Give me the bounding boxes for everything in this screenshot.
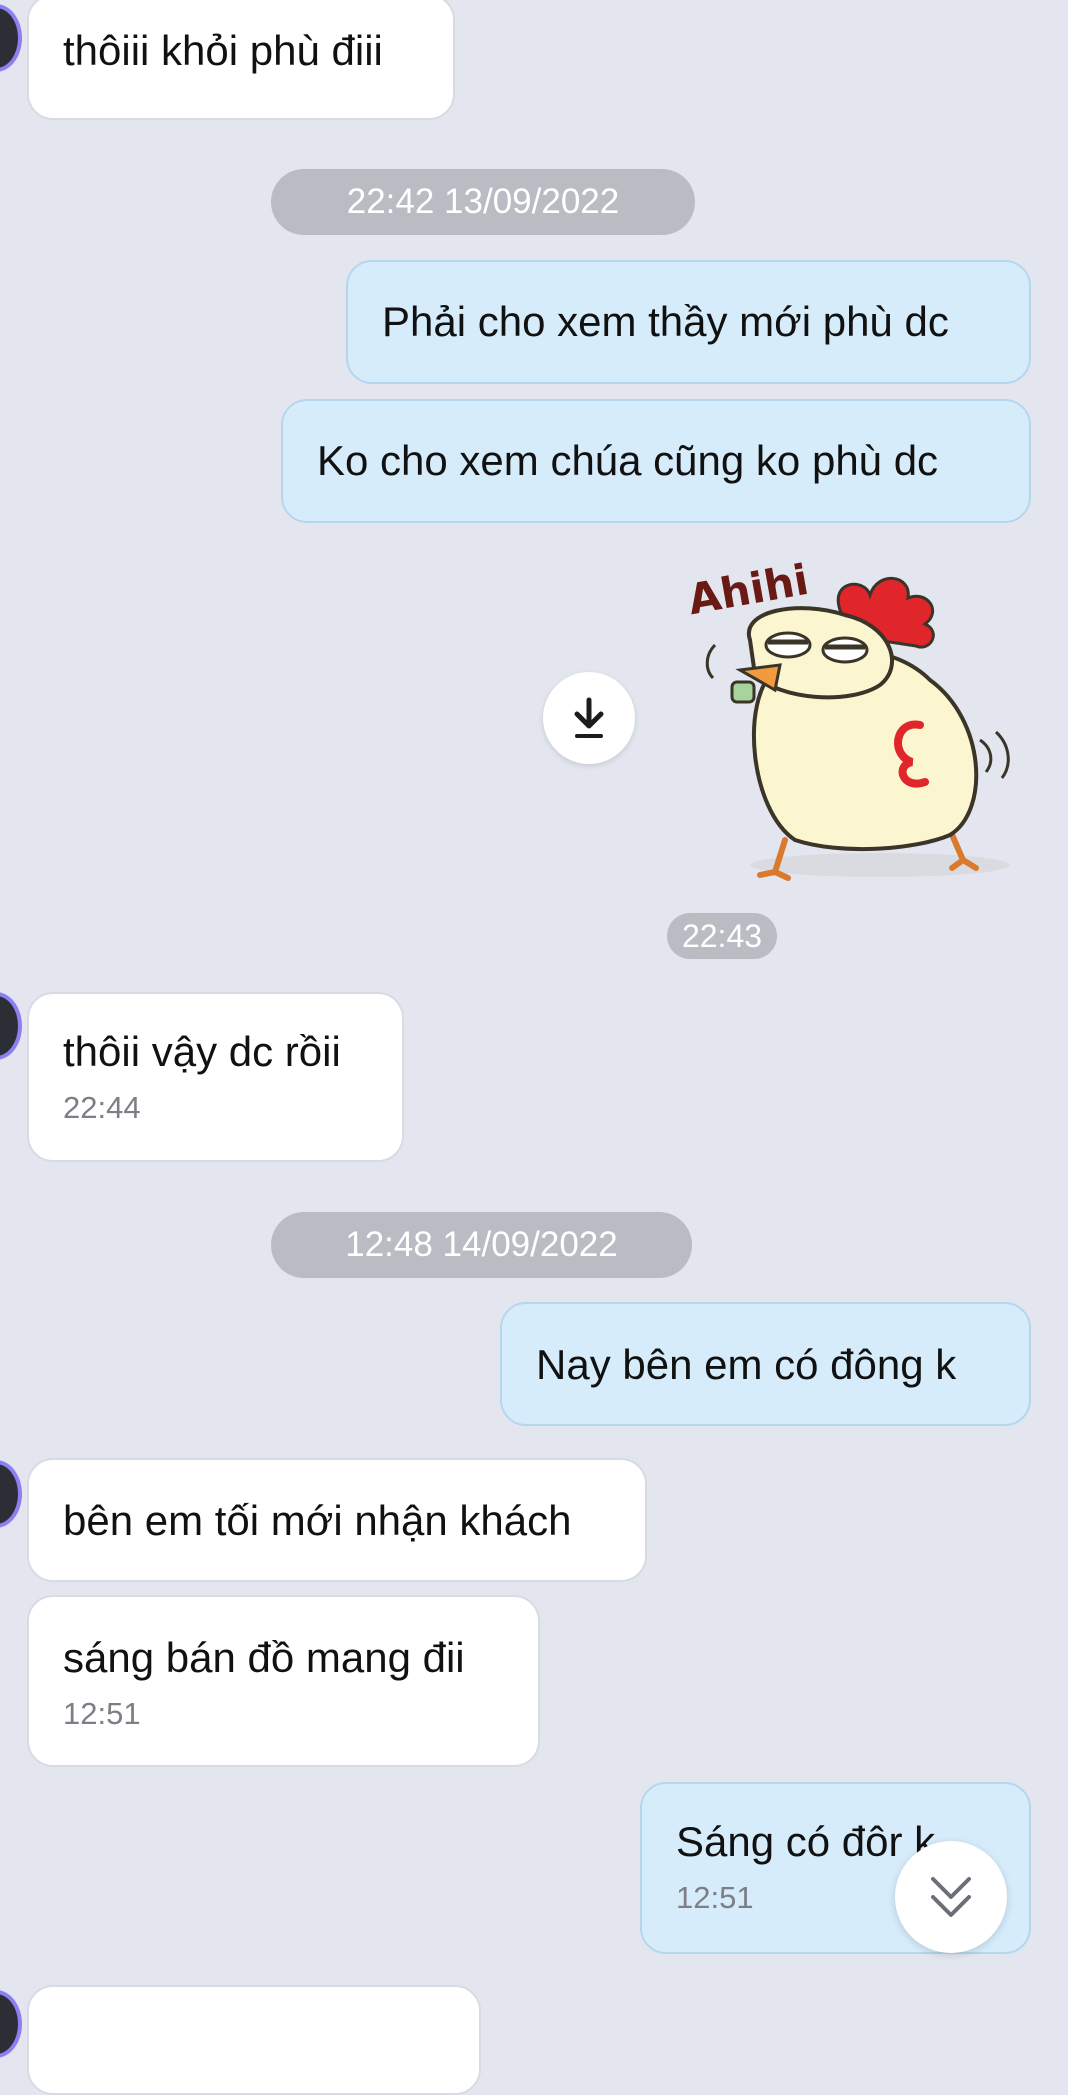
- message-text: sáng bán đồ mang đii: [63, 1634, 465, 1681]
- sender-avatar[interactable]: [0, 992, 22, 1060]
- double-chevron-down-icon: [931, 1877, 971, 1917]
- message-text: Sáng có đôr k: [676, 1818, 936, 1865]
- sender-avatar[interactable]: [0, 1460, 22, 1528]
- scroll-to-bottom-button[interactable]: [895, 1841, 1007, 1953]
- message-text: bên em tối mới nhận khách: [63, 1497, 572, 1544]
- incoming-message-bubble[interactable]: thôiii khỏi phù điii: [27, 0, 455, 120]
- incoming-message-bubble[interactable]: bên em tối mới nhận khách: [27, 1458, 647, 1582]
- outgoing-message-bubble[interactable]: Nay bên em có đông k: [500, 1302, 1031, 1426]
- message-text: thôii vậy dc rồii: [63, 1028, 341, 1075]
- outgoing-message-bubble[interactable]: Phải cho xem thầy mới phù dc: [346, 260, 1031, 384]
- incoming-message-bubble[interactable]: sáng bán đồ mang đii 12:51: [27, 1595, 540, 1767]
- download-sticker-button[interactable]: [543, 672, 635, 764]
- message-text: Phải cho xem thầy mới phù dc: [382, 298, 949, 345]
- incoming-message-bubble[interactable]: thôii vậy dc rồii 22:44: [27, 992, 404, 1162]
- chicken-sticker[interactable]: Ahihi: [680, 550, 1020, 890]
- date-separator: 12:48 14/09/2022: [271, 1212, 692, 1278]
- sender-avatar[interactable]: [0, 4, 22, 72]
- download-icon: [574, 697, 604, 738]
- message-text: Ko cho xem chúa cũng ko phù dc: [317, 437, 939, 484]
- message-timestamp: 12:51: [63, 1696, 141, 1732]
- message-text: thôiii khỏi phù điii: [63, 27, 383, 74]
- chat-message-list[interactable]: thôiii khỏi phù điii 22:42 13/09/2022 Ph…: [0, 0, 1068, 2095]
- outgoing-message-bubble[interactable]: Ko cho xem chúa cũng ko phù dc: [281, 399, 1031, 523]
- message-timestamp: 22:44: [63, 1090, 141, 1126]
- sticker-timestamp: 22:43: [667, 913, 777, 959]
- date-separator: 22:42 13/09/2022: [271, 169, 695, 235]
- incoming-message-bubble[interactable]: [27, 1985, 481, 2095]
- message-text: Nay bên em có đông k: [536, 1341, 957, 1388]
